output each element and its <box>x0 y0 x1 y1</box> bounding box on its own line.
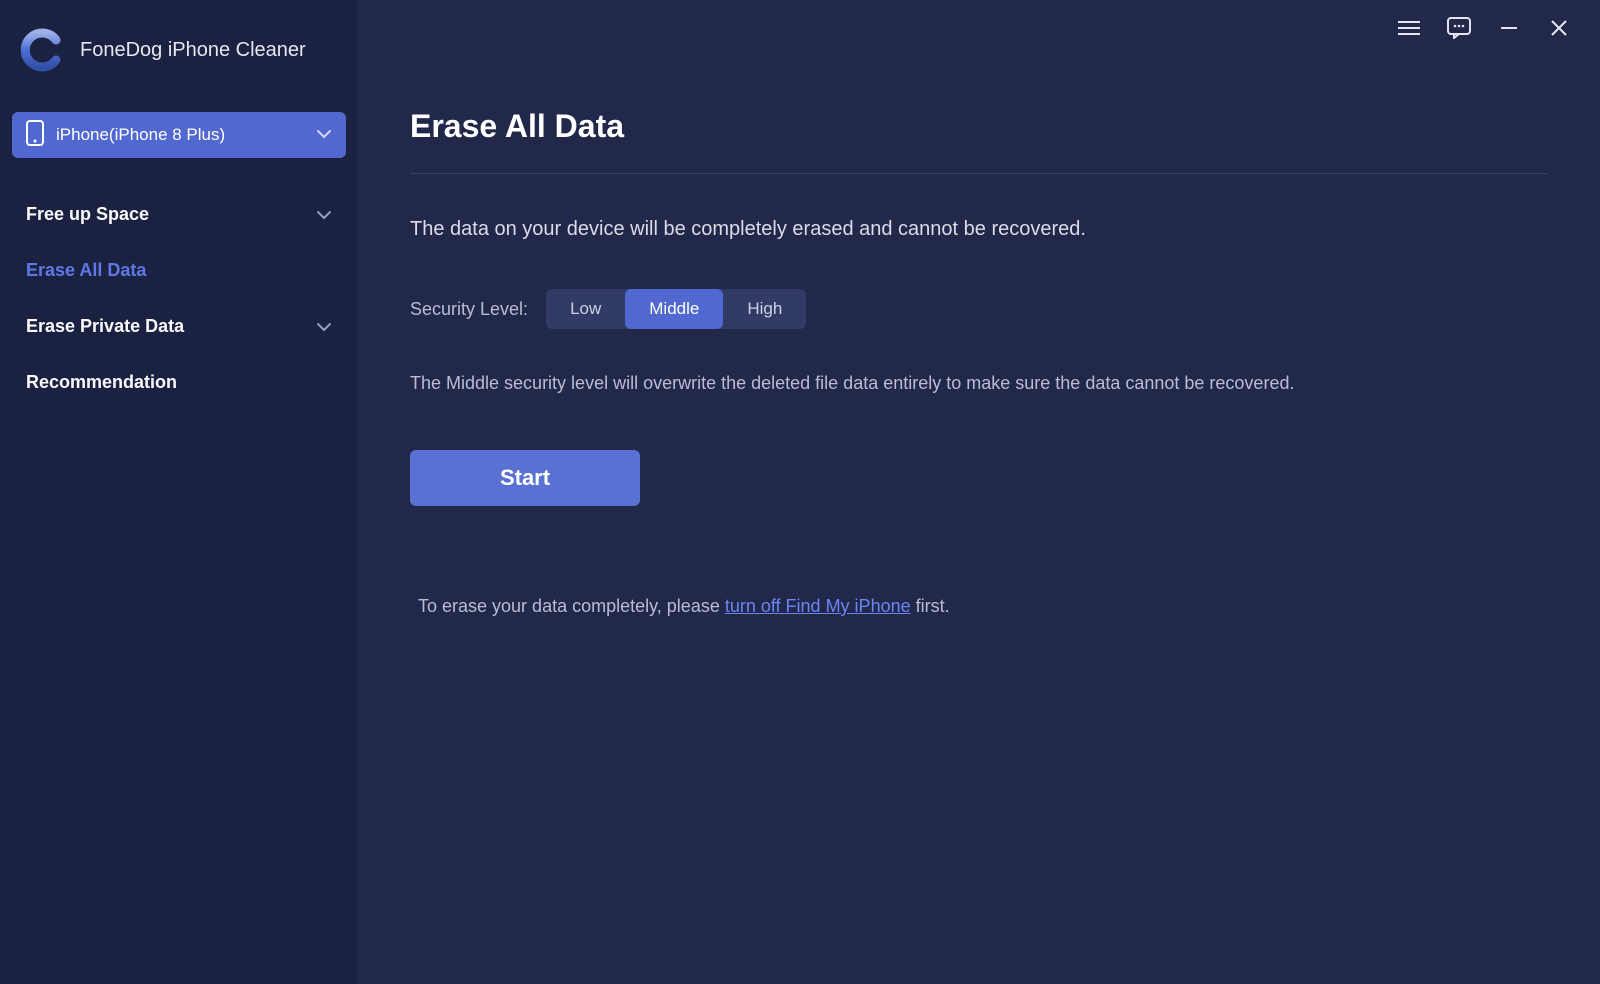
sidebar-item-erase-all-data[interactable]: Erase All Data <box>12 242 346 298</box>
phone-icon <box>26 120 44 151</box>
page-title: Erase All Data <box>410 108 1548 145</box>
main-area: Erase All Data The data on your device w… <box>358 0 1600 984</box>
feedback-icon[interactable] <box>1446 15 1472 41</box>
sidebar-item-label: Erase All Data <box>26 260 332 281</box>
chevron-down-icon <box>316 126 332 144</box>
security-level-low[interactable]: Low <box>546 289 625 329</box>
titlebar <box>358 0 1600 56</box>
security-level-options: Low Middle High <box>546 289 806 329</box>
start-button[interactable]: Start <box>410 450 640 506</box>
device-selector[interactable]: iPhone(iPhone 8 Plus) <box>12 112 346 158</box>
sidebar: FoneDog iPhone Cleaner iPhone(iPhone 8 P… <box>0 0 358 984</box>
security-level-label: Security Level: <box>410 299 528 320</box>
security-level-row: Security Level: Low Middle High <box>410 289 1548 329</box>
sidebar-item-label: Recommendation <box>26 372 332 393</box>
footer-prefix: To erase your data completely, please <box>418 596 725 616</box>
footer-suffix: first. <box>911 596 950 616</box>
chevron-down-icon <box>316 204 332 225</box>
sidebar-item-recommendation[interactable]: Recommendation <box>12 354 346 410</box>
find-my-iphone-link[interactable]: turn off Find My iPhone <box>725 596 911 616</box>
device-label: iPhone(iPhone 8 Plus) <box>56 125 316 145</box>
chevron-down-icon <box>316 316 332 337</box>
sidebar-item-erase-private-data[interactable]: Erase Private Data <box>12 298 346 354</box>
logo-row: FoneDog iPhone Cleaner <box>12 28 346 72</box>
footer-note: To erase your data completely, please tu… <box>410 596 1548 617</box>
minimize-icon[interactable] <box>1496 15 1522 41</box>
app-logo-icon <box>20 28 64 72</box>
description-text: The data on your device will be complete… <box>410 218 1548 241</box>
sidebar-item-label: Erase Private Data <box>26 316 316 337</box>
security-level-description: The Middle security level will overwrite… <box>410 373 1548 394</box>
close-icon[interactable] <box>1546 15 1572 41</box>
sidebar-item-free-up-space[interactable]: Free up Space <box>12 186 346 242</box>
menu-icon[interactable] <box>1396 15 1422 41</box>
content: Erase All Data The data on your device w… <box>358 56 1600 617</box>
app-title: FoneDog iPhone Cleaner <box>80 39 306 62</box>
divider <box>410 173 1548 174</box>
sidebar-item-label: Free up Space <box>26 204 316 225</box>
security-level-high[interactable]: High <box>723 289 806 329</box>
security-level-middle[interactable]: Middle <box>625 289 723 329</box>
